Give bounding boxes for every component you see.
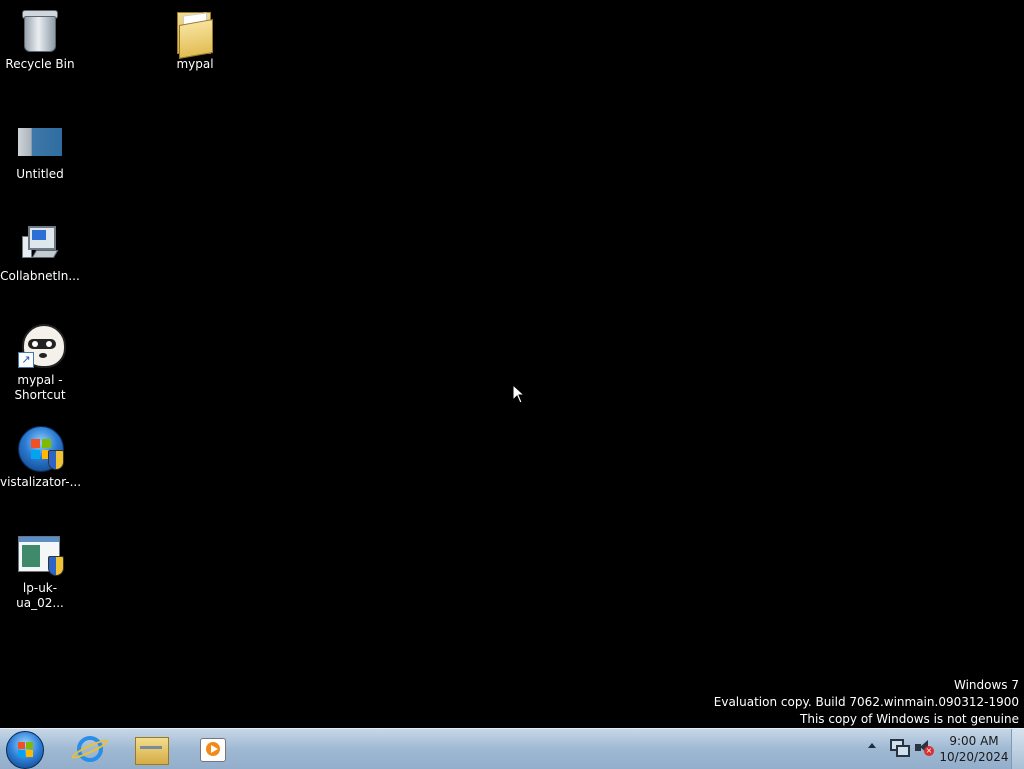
- clock-date: 10/20/2024: [939, 750, 1009, 764]
- taskbar-windows-explorer[interactable]: [125, 731, 177, 767]
- desktop-icon-mypal-shortcut[interactable]: ↗ mypal - Shortcut: [0, 322, 80, 403]
- desktop-icon-label: lp-uk-ua_02...: [16, 581, 64, 610]
- windows-watermark: Windows 7 Evaluation copy. Build 7062.wi…: [714, 677, 1019, 728]
- desktop-icon-vistalizator[interactable]: vistalizator-...: [0, 424, 82, 490]
- windows-explorer-icon: [135, 737, 169, 765]
- taskbar-internet-explorer[interactable]: [64, 731, 116, 767]
- volume-muted-icon[interactable]: ×: [915, 740, 934, 756]
- taskbar-clock[interactable]: 9:00 AM 10/20/2024: [938, 733, 1010, 765]
- start-button[interactable]: [6, 731, 44, 769]
- desktop-icon-label: vistalizator-...: [0, 475, 82, 489]
- desktop-icon-label: Untitled: [16, 167, 64, 181]
- desktop-icon-label: CollabnetIn...: [0, 269, 80, 283]
- windows-orb-icon: [16, 424, 64, 472]
- clock-time: 9:00 AM: [949, 734, 999, 748]
- watermark-line: Evaluation copy. Build 7062.winmain.0903…: [713, 695, 1019, 709]
- desktop-icon-collabnet[interactable]: CollabnetIn...: [0, 218, 80, 284]
- desktop-icon-recycle-bin[interactable]: Recycle Bin: [0, 6, 80, 72]
- desktop-icon-label: Recycle Bin: [5, 57, 75, 71]
- watermark-line: This copy of Windows is not genuine: [800, 712, 1019, 726]
- recycle-bin-icon: [16, 6, 64, 54]
- desktop-icon-mypal-folder[interactable]: mypal: [155, 6, 235, 72]
- raccoon-icon: ↗: [16, 322, 66, 370]
- folder-icon: [171, 6, 219, 59]
- taskbar-media-player[interactable]: [186, 731, 238, 767]
- uac-shield-icon: [48, 556, 64, 576]
- desktop-icon-label: mypal: [176, 57, 214, 71]
- installer-window-icon: [16, 530, 64, 578]
- image-thumbnail-icon: [16, 116, 64, 164]
- watermark-line: Windows 7: [953, 678, 1019, 692]
- desktop-icon-lp-uk-ua[interactable]: lp-uk-ua_02...: [0, 530, 80, 611]
- media-player-icon: [200, 738, 226, 762]
- show-desktop-button[interactable]: [1011, 729, 1024, 769]
- desktop[interactable]: Recycle Bin mypal Untitled CollabnetIn..…: [0, 0, 1024, 728]
- shortcut-arrow-icon: ↗: [18, 352, 34, 368]
- uac-shield-icon: [48, 450, 64, 470]
- taskbar: × 9:00 AM 10/20/2024: [0, 728, 1024, 769]
- show-hidden-icons-arrow-icon[interactable]: [868, 743, 876, 748]
- desktop-icon-untitled[interactable]: Untitled: [0, 116, 80, 182]
- network-icon[interactable]: [890, 739, 910, 757]
- desktop-icon-label: mypal - Shortcut: [14, 373, 66, 402]
- computer-installer-icon: [16, 218, 64, 266]
